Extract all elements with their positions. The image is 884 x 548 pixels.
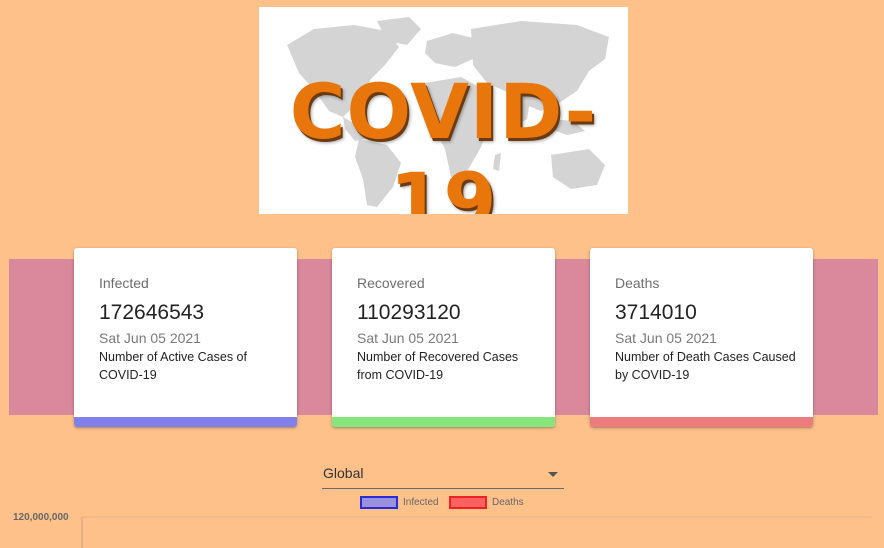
infected-card: Infected 172646543 Sat Jun 05 2021 Numbe… (74, 248, 297, 427)
covid-logo-title: COVID-19 (289, 67, 598, 214)
deaths-accent-bar (590, 417, 813, 427)
infected-accent-bar (74, 417, 297, 427)
covid-banner-image: COVID-19 (259, 7, 628, 214)
infected-date: Sat Jun 05 2021 (99, 330, 201, 346)
recovered-description: Number of Recovered Cases from COVID-19 (357, 350, 519, 382)
deaths-card: Deaths 3714010 Sat Jun 05 2021 Number of… (590, 248, 813, 427)
dashboard: COVID-19 Infected 172646543 Sat Jun 05 2… (0, 0, 884, 548)
recovered-count: 110293120 (357, 301, 461, 324)
recovered-label: Recovered (357, 275, 425, 291)
recovered-accent-bar (332, 417, 555, 427)
infected-description: Number of Active Cases of COVID-19 (99, 350, 247, 382)
infected-label: Infected (99, 275, 149, 291)
region-select-value: Global (323, 465, 364, 481)
chart-canvas (81, 516, 872, 548)
region-select[interactable]: Global (322, 461, 564, 489)
deaths-date: Sat Jun 05 2021 (615, 330, 717, 346)
deaths-count: 3714010 (615, 301, 697, 324)
infected-count: 172646543 (99, 301, 205, 324)
chevron-down-icon[interactable] (548, 472, 558, 477)
deaths-description: Number of Death Cases Caused by COVID-19 (615, 350, 796, 382)
recovered-card: Recovered 110293120 Sat Jun 05 2021 Numb… (332, 248, 555, 427)
cases-line-chart: 120,000,000 (0, 505, 884, 548)
deaths-label: Deaths (615, 275, 660, 291)
recovered-date: Sat Jun 05 2021 (357, 330, 459, 346)
